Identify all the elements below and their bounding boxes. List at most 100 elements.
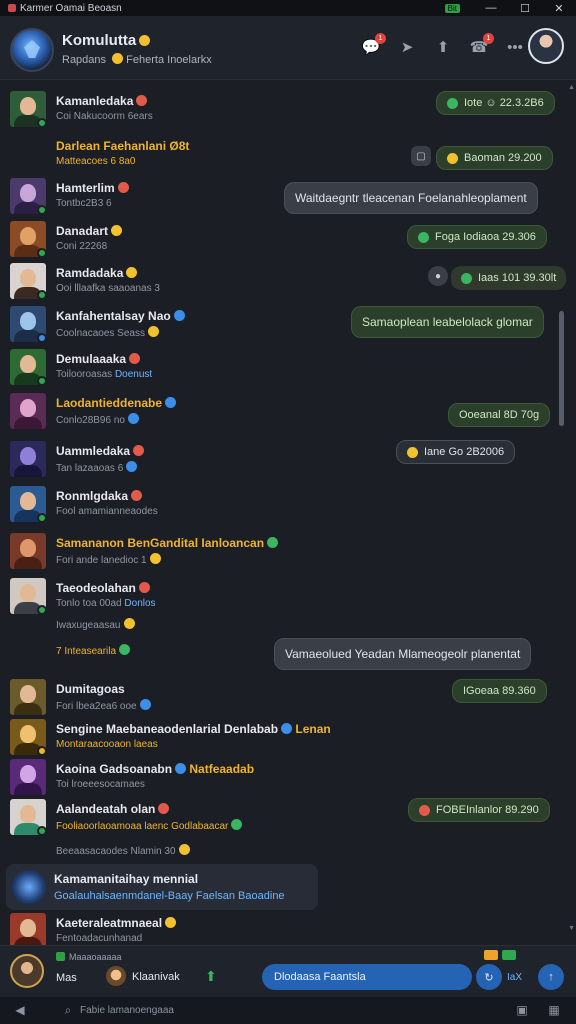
reaction-icon[interactable]: ● — [428, 266, 448, 286]
username[interactable]: Sengine Maebaneaodenlarial Denlabab Lena… — [56, 722, 331, 736]
message-preview: Matteacoes 6 8a0 — [56, 156, 136, 167]
username[interactable]: Ronmlgdaka — [56, 489, 143, 503]
message-bubble[interactable]: Samaoplean leabelolack glomar — [351, 306, 544, 338]
my-status: Maaaoaaaaa — [56, 952, 122, 962]
message-list[interactable]: Kamanledaka Coi Nakucoorm 6ears Iote ☺ 2… — [0, 81, 566, 945]
online-indicator — [37, 605, 47, 615]
channel-logo[interactable] — [10, 28, 54, 72]
message-bubble[interactable]: IGoeaa 89.360 — [452, 679, 547, 703]
highlight-subtitle: Goalauhalsaenmdanel-Baay Faelsan Baoadin… — [54, 890, 285, 902]
online-indicator — [37, 205, 47, 215]
emoji-icon — [139, 699, 151, 710]
username[interactable]: Kanfahentalsay Nao — [56, 309, 185, 323]
phone-icon[interactable]: ☎ 1 — [468, 33, 494, 58]
scroll-up-icon[interactable]: ▲ — [568, 84, 575, 91]
username[interactable]: Kaeteraleatmnaeal — [56, 916, 177, 930]
message-bubble[interactable]: FOBEInlanlor 89.290 — [408, 798, 550, 822]
channel-icon — [12, 870, 46, 904]
back-icon[interactable]: ◀ — [12, 1002, 28, 1018]
user-avatar[interactable] — [528, 28, 564, 64]
username[interactable]: Samananon BenGandital Ianloancan — [56, 536, 279, 550]
username[interactable]: Kamanledaka — [56, 94, 148, 108]
message-bubble[interactable]: Iane Go 2B2006 — [396, 440, 516, 464]
scrollbar[interactable] — [559, 311, 564, 426]
message-bubble[interactable]: Iaas 101 39.30lt — [451, 266, 566, 290]
copy-icon[interactable]: ▢ — [411, 146, 431, 166]
verified-icon — [281, 723, 293, 734]
my-avatar[interactable] — [10, 954, 44, 988]
username[interactable]: Kaoina Gadsoanabn Natfeaadab — [56, 762, 254, 776]
arrow-up-icon[interactable]: ⬆ — [205, 968, 217, 985]
message-preview: Toi lroeeesocamaes — [56, 779, 145, 790]
close-button[interactable]: ✕ — [542, 0, 576, 16]
username[interactable]: Taeodeolahan — [56, 581, 150, 595]
message-bubble[interactable]: Vamaeolued Yeadan Mlameogeolr planentat — [274, 638, 532, 670]
username[interactable]: Uammledaka — [56, 444, 145, 458]
message-bubble[interactable]: Baoman 29.200 — [436, 146, 553, 170]
bird-icon[interactable]: ➤ — [396, 36, 418, 58]
message-preview: Coolnacaoes Seass — [56, 326, 159, 339]
username[interactable]: Hamterlim — [56, 181, 129, 195]
avatar[interactable] — [10, 759, 46, 795]
status-icon — [461, 272, 472, 284]
pin-icon[interactable]: ⬆ — [432, 36, 454, 58]
username[interactable]: Aalandeatah olan — [56, 802, 170, 816]
status-text: Fabie lamanoengaaa — [80, 1005, 174, 1016]
peer-avatar[interactable] — [106, 966, 126, 986]
message-bubble[interactable]: Iote ☺ 22.3.2B6 — [436, 91, 555, 115]
maximize-button[interactable]: ☐ — [508, 0, 542, 16]
avatar[interactable] — [10, 533, 46, 569]
chat-icon[interactable]: 💬 1 — [360, 33, 386, 58]
status-badge: Bit — [444, 3, 460, 13]
message-bubble[interactable]: Foga Iodiaoa 29.306 — [407, 225, 547, 249]
emoji-icon — [447, 152, 458, 164]
scroll-down-icon[interactable]: ▼ — [568, 925, 575, 932]
gallery-icon[interactable]: ▦ — [546, 1002, 562, 1018]
emoji-icon — [111, 225, 123, 236]
emoji-icon — [419, 804, 430, 816]
message-preview: Fori ande lanedioc 1 — [56, 553, 161, 566]
username[interactable]: Darlean Faehanlani Ø8t — [56, 139, 189, 153]
minimize-button[interactable]: — — [474, 0, 508, 16]
verified-icon — [175, 763, 187, 774]
emoji-icon — [123, 618, 135, 629]
message-preview: Ooi lllaafka saaoanas 3 — [56, 283, 160, 294]
status-bar: ◀ ⌕ Fabie lamanoengaaa ▣ ▦ — [0, 997, 576, 1024]
message-preview: Conlo28B96 no — [56, 413, 139, 426]
emoji-icon — [231, 819, 243, 830]
username[interactable]: Dumitagoas — [56, 682, 125, 696]
avatar[interactable] — [10, 913, 46, 945]
highlighted-message[interactable]: Kamamanitaihay mennial Goalauhalsaenmdan… — [6, 864, 318, 910]
username[interactable]: Danadart — [56, 224, 123, 238]
online-indicator — [37, 826, 47, 836]
emoji-icon — [149, 553, 161, 564]
avatar[interactable] — [10, 393, 46, 429]
emoji-icon — [267, 537, 279, 548]
username[interactable]: Laodantieddenabe — [56, 396, 177, 410]
send-button[interactable]: ↑ — [538, 964, 564, 990]
emoji-icon — [407, 446, 418, 458]
online-indicator — [37, 290, 47, 300]
message-row: Demulaaaka Toilooroasas Doenust — [10, 349, 540, 389]
message-row: Kaeteraleatmnaeal Fentoadacunhanad — [10, 913, 540, 945]
online-indicator — [37, 513, 47, 523]
emoji-icon — [126, 267, 138, 278]
username[interactable]: Ramdadaka — [56, 266, 138, 280]
message-input[interactable]: Dlodaasa Faantsla — [262, 964, 472, 990]
username[interactable]: Demulaaaka — [56, 352, 141, 366]
highlight-title: Kamamanitaihay mennial — [54, 872, 199, 886]
message-preview: Fori lbea2ea6 ooe — [56, 699, 151, 712]
message-preview: Tontbc2B3 6 — [56, 198, 112, 209]
message-bubble[interactable]: Ooeanal 8D 70g — [448, 403, 551, 427]
more-icon[interactable]: ••• — [504, 36, 526, 58]
message-preview: 7 Inteasearila — [56, 644, 131, 657]
search-icon[interactable]: ⌕ — [60, 1002, 76, 1018]
image-icon[interactable]: ▣ — [514, 1002, 530, 1018]
emoji-icon — [178, 844, 190, 855]
message-preview: Tonlo toa 00ad Donlos — [56, 598, 156, 609]
avatar[interactable] — [10, 441, 46, 477]
message-bubble[interactable]: Waitdaegntr tleacenan Foelanahleoplament — [284, 182, 538, 214]
avatar[interactable] — [10, 679, 46, 715]
reload-button[interactable]: ↻ — [476, 964, 502, 990]
app-icon — [8, 4, 16, 12]
